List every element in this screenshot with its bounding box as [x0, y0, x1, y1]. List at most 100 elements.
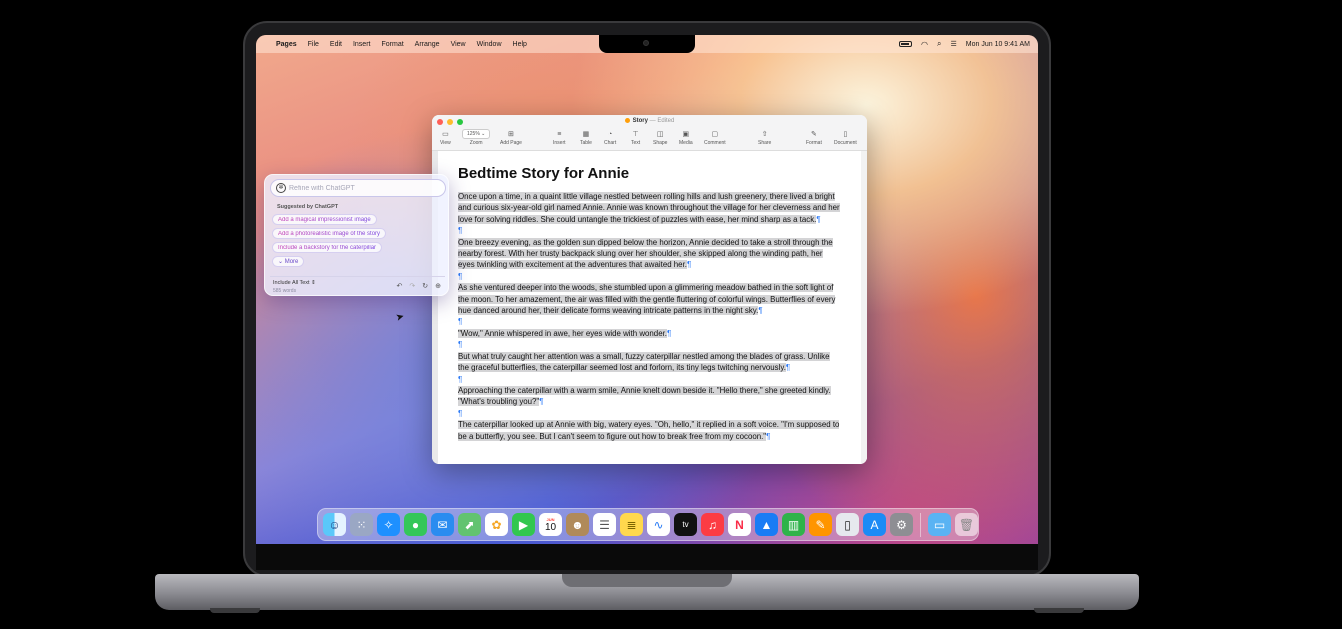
paragraph[interactable]: The caterpillar looked up at Annie with …	[458, 419, 841, 442]
panel-divider	[270, 276, 445, 277]
menu-clock[interactable]: Mon Jun 10 9:41 AM	[966, 41, 1030, 48]
more-suggestions-button[interactable]: ⌄ More	[272, 256, 305, 267]
freeform-icon[interactable]: ∿	[647, 513, 670, 536]
toolbar-document-label: Document	[834, 140, 857, 146]
iphone-mirroring-icon[interactable]: ▯	[836, 513, 859, 536]
zoom-select[interactable]: 125% ⌄	[462, 129, 491, 139]
launchpad-icon[interactable]: ⁙	[350, 513, 373, 536]
paragraph[interactable]: "Wow," Annie whispered in awe, her eyes …	[458, 328, 841, 339]
document-icon: ▯	[843, 131, 848, 138]
facetime-icon[interactable]: ▶	[512, 513, 535, 536]
suggestion-label: Add a photorealistic image of the story	[278, 231, 381, 237]
menu-insert[interactable]: Insert	[353, 41, 371, 48]
mail-icon[interactable]: ✉	[431, 513, 454, 536]
system-settings-icon[interactable]: ⚙	[890, 513, 913, 536]
calendar-day: 10	[544, 521, 557, 533]
pilcrow: ¶	[458, 374, 463, 384]
trash-icon[interactable]: 🗑	[955, 513, 978, 536]
paragraph[interactable]: Approaching the caterpillar with a warm …	[458, 385, 841, 408]
toolbar-media-label: Media	[679, 140, 693, 146]
pages-window: Story — Edited ▭ View 125% ⌄ Zoom ⊞ Add Pag…	[432, 115, 867, 464]
suggestion-chip-backstory[interactable]: Include a backstory for the caterpillar	[272, 242, 383, 253]
undo-icon[interactable]: ↶	[397, 282, 403, 290]
edited-dot-icon	[624, 118, 630, 123]
search-icon[interactable]: ⌕	[937, 39, 941, 49]
menu-view[interactable]: View	[451, 41, 466, 48]
writing-tools-panel: ✲ Suggested by ChatGPT Add a magical imp…	[264, 174, 449, 296]
music-icon[interactable]: ♫	[701, 513, 724, 536]
refine-input[interactable]	[289, 184, 439, 192]
pilcrow: ¶	[458, 340, 463, 350]
scrollbar[interactable]	[861, 151, 867, 464]
wifi-icon[interactable]: ◠	[921, 40, 928, 49]
app-store-icon[interactable]: A	[863, 513, 886, 536]
finder-icon[interactable]: ☺	[323, 513, 346, 536]
toolbar-zoom-button[interactable]: 125% ⌄ Zoom	[462, 129, 491, 146]
toolbar-share-button[interactable]: ⇧ Share	[758, 130, 771, 146]
panel-actions: ↶ ↷ ↻ ⊕	[397, 282, 442, 290]
menu-format[interactable]: Format	[381, 41, 403, 48]
toolbar-insert-button[interactable]: ≡ Insert	[553, 130, 566, 146]
messages-icon[interactable]: ●	[404, 513, 427, 536]
toolbar-format-button[interactable]: ✎ Format	[806, 130, 822, 146]
pages-icon[interactable]: ✎	[809, 513, 832, 536]
toolbar-document-button[interactable]: ▯ Document	[834, 130, 857, 146]
toolbar-format-label: Format	[806, 140, 822, 146]
notes-icon[interactable]: ≣	[620, 513, 643, 536]
menu-file[interactable]: File	[308, 41, 319, 48]
suggestion-chip-impressionist[interactable]: Add a magical impressionist image	[272, 214, 377, 225]
toolbar-media-button[interactable]: ▣ Media	[679, 130, 693, 146]
pilcrow: ¶	[458, 226, 463, 236]
safari-icon[interactable]: ✧	[377, 513, 400, 536]
status-area: ◠ ⌕ ☰ Mon Jun 10 9:41 AM	[899, 35, 1030, 53]
menu-edit[interactable]: Edit	[330, 41, 342, 48]
menu-arrange[interactable]: Arrange	[415, 41, 440, 48]
contacts-icon[interactable]: ☻	[566, 513, 589, 536]
redo-icon[interactable]: ↷	[409, 282, 415, 290]
calendar-icon[interactable]: JUN 10	[539, 513, 562, 536]
battery-icon[interactable]	[899, 41, 913, 47]
insert-icon: ≡	[557, 131, 562, 138]
document-title[interactable]: Bedtime Story for Annie	[458, 165, 841, 182]
toolbar-chart-button[interactable]: ◔ Chart	[604, 130, 616, 146]
document-page[interactable]: Bedtime Story for Annie Once upon a time…	[438, 151, 861, 464]
menu-app-name[interactable]: Pages	[276, 41, 297, 48]
refine-input-container[interactable]: ✲	[270, 179, 446, 197]
word-count: 585 words	[273, 288, 297, 294]
desktop: Pages File Edit Insert Format Arrange Vi…	[256, 35, 1038, 544]
control-center-icon[interactable]: ☰	[951, 40, 957, 48]
tv-icon[interactable]: tv	[674, 513, 697, 536]
regenerate-icon[interactable]: ↻	[422, 282, 428, 290]
photos-icon[interactable]: ✿	[485, 513, 508, 536]
paragraph[interactable]: As she ventured deeper into the woods, s…	[458, 282, 841, 316]
paragraph[interactable]: Once upon a time, in a quaint little vil…	[458, 191, 841, 225]
suggestion-chip-photorealistic[interactable]: Add a photorealistic image of the story	[272, 228, 387, 239]
toolbar-view-label: View	[440, 140, 451, 146]
toolbar-comment-button[interactable]: ▢ Comment	[704, 130, 726, 146]
paragraph[interactable]: But what truly caught her attention was …	[458, 351, 841, 374]
menu-help[interactable]: Help	[513, 41, 527, 48]
toolbar-table-button[interactable]: ▦ Table	[580, 130, 592, 146]
toolbar-shape-button[interactable]: ◫ Shape	[653, 130, 667, 146]
numbers-icon[interactable]: ▥	[782, 513, 805, 536]
pilcrow: ¶	[458, 317, 463, 327]
toolbar-view-button[interactable]: ▭ View	[440, 130, 451, 146]
keynote-icon[interactable]: ▲	[755, 513, 778, 536]
toolbar-text-button[interactable]: ⊤ Text	[631, 130, 640, 146]
include-label: Include All Text	[273, 280, 310, 286]
suggested-label: Suggested by ChatGPT	[277, 204, 339, 210]
include-text-select[interactable]: Include All Text ⇕	[273, 280, 316, 286]
options-icon[interactable]: ⊕	[435, 282, 441, 290]
toolbar-add-page-button[interactable]: ⊞ Add Page	[500, 130, 522, 146]
toolbar-text-label: Text	[631, 140, 641, 146]
menu-window[interactable]: Window	[477, 41, 502, 48]
toolbar-insert-label: Insert	[553, 140, 566, 146]
maps-icon[interactable]: ⬈	[458, 513, 481, 536]
toolbar-shape-label: Shape	[653, 140, 668, 146]
reminders-icon[interactable]: ☰	[593, 513, 616, 536]
chatgpt-icon: ✲	[276, 183, 286, 193]
table-icon: ▦	[582, 131, 590, 138]
news-icon[interactable]: N	[728, 513, 751, 536]
downloads-folder-icon[interactable]: ▭	[928, 513, 951, 536]
paragraph[interactable]: One breezy evening, as the golden sun di…	[458, 237, 841, 271]
